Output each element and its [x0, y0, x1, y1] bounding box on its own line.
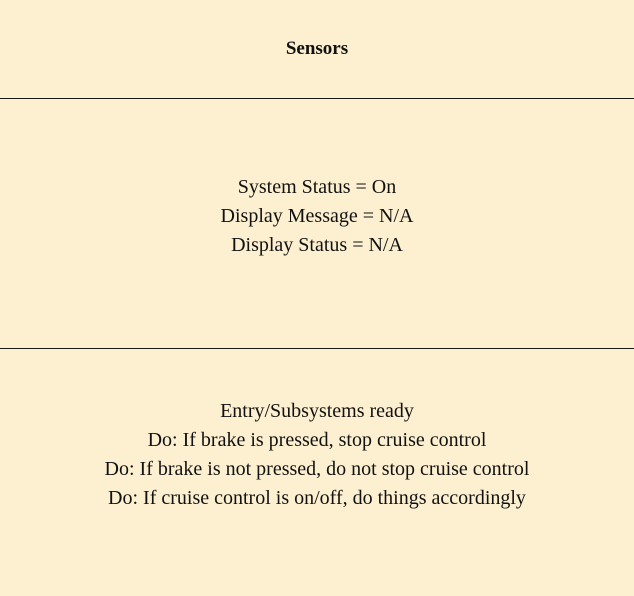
state-activities-compartment: Entry/Subsystems ready Do: If brake is p… — [0, 349, 634, 596]
attribute-line: Display Status = N/A — [231, 234, 403, 256]
attribute-line: System Status = On — [237, 176, 397, 198]
activity-line: Do: If brake is not pressed, do not stop… — [104, 457, 530, 480]
activity-line: Entry/Subsystems ready — [220, 399, 414, 422]
activity-line: Do: If cruise control is on/off, do thin… — [108, 486, 526, 509]
activity-line: Do: If brake is pressed, stop cruise con… — [147, 428, 487, 451]
state-name: Sensors — [285, 38, 349, 59]
state-name-compartment: Sensors — [0, 0, 634, 98]
state-box-sensors: Sensors System Status = On Display Messa… — [0, 0, 634, 596]
attribute-line: Display Message = N/A — [220, 205, 414, 227]
state-attributes-compartment: System Status = On Display Message = N/A… — [0, 99, 634, 348]
